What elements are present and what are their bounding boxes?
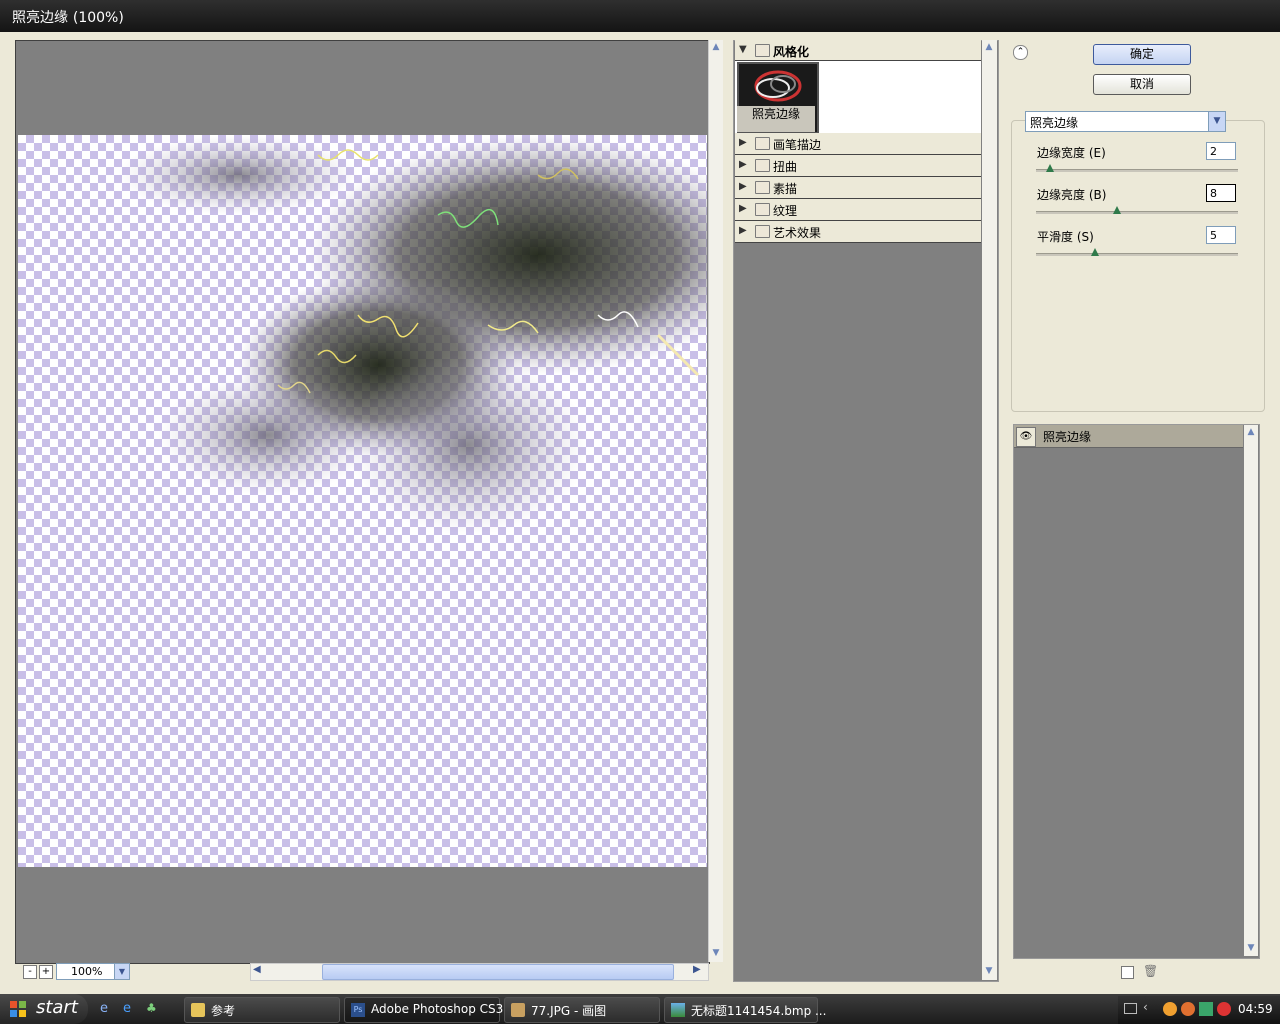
zoom-out-button[interactable]: - [23, 965, 37, 979]
expanded-triangle-icon[interactable]: ▼ [739, 44, 747, 55]
scroll-up-icon[interactable]: ▲ [982, 40, 996, 54]
effect-layer-row[interactable]: 👁 照亮边缘 [1014, 425, 1243, 448]
scroll-down-icon[interactable]: ▼ [982, 964, 996, 978]
collapsed-triangle-icon[interactable]: ▶ [739, 137, 747, 148]
edge-brightness-slider-handle[interactable] [1113, 206, 1121, 214]
delete-effect-layer-icon[interactable]: 🗑 [1143, 964, 1158, 978]
qq-icon[interactable] [1163, 1002, 1177, 1016]
edge-brightness-input[interactable]: 8 [1206, 184, 1236, 202]
image-icon [671, 1003, 685, 1017]
filter-select[interactable]: 照亮边缘 ▼ [1025, 111, 1226, 132]
quicklaunch-messenger-icon[interactable]: ♣ [146, 1001, 157, 1015]
smoothness-label: 平滑度 (S) [1037, 230, 1094, 244]
category-brush-strokes[interactable]: ▶ 画笔描边 [735, 133, 981, 155]
taskbar-item-photoshop[interactable]: Ps Adobe Photoshop CS3 [344, 997, 503, 1023]
new-effect-layer-icon[interactable] [1121, 966, 1134, 979]
eye-icon[interactable]: 👁 [1016, 427, 1036, 447]
taskbar-item-image-viewer[interactable]: 无标题1141454.bmp ... [664, 997, 826, 1023]
gallery-scrollbar[interactable]: ▲ ▼ [982, 40, 997, 980]
collapsed-triangle-icon[interactable]: ▶ [739, 203, 747, 214]
preview-image-content [118, 135, 707, 535]
glowing-edges-thumbnail-icon [754, 70, 802, 102]
zoom-in-button[interactable]: + [39, 965, 53, 979]
category-distort[interactable]: ▶ 扭曲 [735, 155, 981, 177]
scroll-up-icon[interactable]: ▲ [709, 40, 723, 54]
smoothness-slider-handle[interactable] [1091, 248, 1099, 256]
scroll-right-icon[interactable]: ▶ [693, 964, 701, 975]
collapse-gallery-icon[interactable]: ⌃ [1013, 45, 1028, 60]
chevron-down-icon[interactable]: ▼ [1208, 112, 1225, 131]
scroll-left-icon[interactable]: ◀ [253, 964, 261, 975]
scroll-down-icon[interactable]: ▼ [1244, 941, 1258, 955]
clock[interactable]: 04:59 [1238, 1002, 1273, 1016]
category-stylize[interactable]: ▼ 风格化 [735, 40, 981, 61]
quicklaunch-ie-icon[interactable]: e [100, 1001, 108, 1016]
edge-width-slider-handle[interactable] [1046, 164, 1054, 172]
selected-filter-label: 照亮边缘 [737, 106, 815, 132]
keyboard-icon[interactable] [1124, 1003, 1137, 1014]
cancel-button[interactable]: 取消 [1093, 74, 1191, 95]
edge-width-label: 边缘宽度 (E) [1037, 146, 1106, 160]
folder-icon [755, 225, 770, 238]
collapsed-triangle-icon[interactable]: ▶ [739, 159, 747, 170]
scroll-down-icon[interactable]: ▼ [709, 946, 723, 960]
photoshop-icon: Ps [351, 1003, 365, 1017]
window-title: 照亮边缘 (100%) [12, 10, 124, 26]
quicklaunch-browser-icon[interactable]: e [123, 1001, 131, 1016]
zoom-level-value: 100% [71, 965, 103, 978]
tray-expand-icon[interactable]: ‹ [1143, 1000, 1148, 1014]
title-bar: 照亮边缘 (100%) [0, 0, 1280, 32]
smoothness-slider[interactable] [1036, 253, 1238, 256]
folder-icon [755, 159, 770, 172]
taskbar-item-paint[interactable]: 77.JPG - 画图 [504, 997, 660, 1023]
edge-width-slider[interactable] [1036, 169, 1238, 172]
horizontal-scroll-thumb[interactable] [322, 964, 674, 980]
scroll-up-icon[interactable]: ▲ [1244, 425, 1258, 439]
paint-icon [511, 1003, 525, 1017]
layers-scrollbar[interactable]: ▲ ▼ [1244, 425, 1258, 956]
media-icon[interactable] [1217, 1002, 1231, 1016]
chevron-down-icon[interactable]: ▼ [114, 964, 129, 979]
folder-icon [755, 44, 770, 57]
edge-width-input[interactable]: 2 [1206, 142, 1236, 160]
ok-button[interactable]: 确定 [1093, 44, 1191, 65]
category-artistic[interactable]: ▶ 艺术效果 [735, 221, 981, 243]
preview-image [18, 135, 707, 867]
antivirus-icon[interactable] [1199, 1002, 1213, 1016]
start-button[interactable]: start [0, 994, 88, 1024]
preview-vertical-scrollbar[interactable]: ▲ ▼ [708, 40, 723, 962]
edge-brightness-slider[interactable] [1036, 211, 1238, 214]
folder-icon [755, 203, 770, 216]
collapsed-triangle-icon[interactable]: ▶ [739, 181, 747, 192]
category-sketch[interactable]: ▶ 素描 [735, 177, 981, 199]
effect-layers-panel [1013, 424, 1260, 959]
folder-icon [755, 137, 770, 150]
zoom-level-select[interactable]: 100% ▼ [56, 963, 130, 980]
collapsed-triangle-icon[interactable]: ▶ [739, 225, 747, 236]
category-texture[interactable]: ▶ 纹理 [735, 199, 981, 221]
messenger-tray-icon[interactable] [1181, 1002, 1195, 1016]
edge-brightness-label: 边缘亮度 (B) [1037, 188, 1107, 202]
folder-icon [191, 1003, 205, 1017]
folder-icon [755, 181, 770, 194]
windows-logo-icon [10, 1001, 26, 1017]
smoothness-input[interactable]: 5 [1206, 226, 1236, 244]
taskbar-item-folder[interactable]: 参考 [184, 997, 340, 1023]
